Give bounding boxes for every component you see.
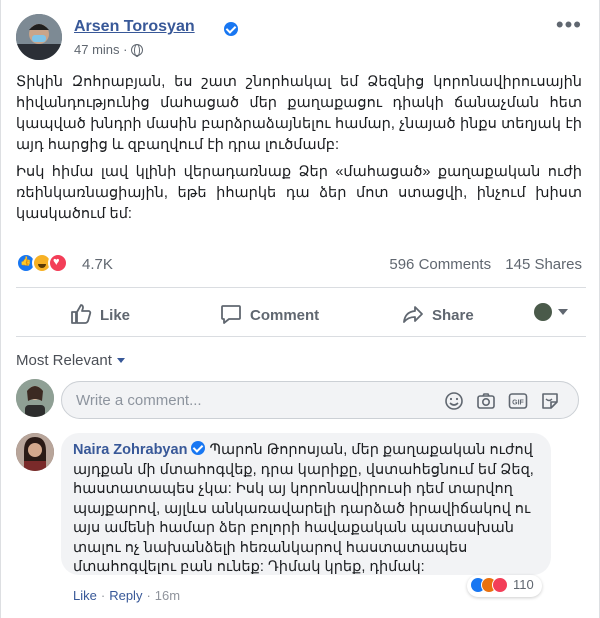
caret-down-icon [558, 309, 568, 315]
author-avatar[interactable] [16, 14, 62, 60]
love-reaction-icon [492, 576, 508, 593]
commenter-name[interactable]: Naira Zohrabyan [73, 442, 187, 458]
separator: · [100, 588, 106, 603]
verified-badge-icon [224, 22, 238, 36]
comment-bubble: Naira Zohrabyan Պարոն Թորոսյան, մեր քաղա… [61, 433, 551, 575]
post-time[interactable]: 47 mins [74, 42, 120, 57]
comment-text-block: Naira Zohrabyan Պարոն Թորոսյան, մեր քաղա… [73, 441, 539, 578]
post-header: Arsen Torosyan 47 mins · ••• [16, 14, 586, 64]
gif-icon[interactable]: GIF [508, 391, 528, 411]
post-paragraph: Իսկ հիմա լավ կլինի վերադառնաք Ձեր «մահաց… [16, 164, 582, 222]
post-paragraph: Տիկին Զոհրաբյան, ես շատ շնորհակալ եմ Ձեզ… [16, 74, 582, 153]
commenter-avatar[interactable] [16, 433, 54, 471]
globe-icon [131, 44, 144, 57]
shares-count[interactable]: 145 Shares [505, 256, 582, 273]
comment-composer: GIF [61, 381, 579, 419]
comment-like-link[interactable]: Like [73, 588, 97, 603]
comment-text: Պարոն Թորոսյան, մեր քաղաքական ուժով այդք… [73, 442, 534, 575]
comment-time[interactable]: 16m [155, 588, 180, 603]
divider [16, 336, 586, 337]
comment-label: Comment [250, 307, 320, 324]
emoji-icon[interactable] [444, 391, 464, 411]
sort-label: Most Relevant [16, 352, 112, 369]
post-stats: 596 Comments 145 Shares [389, 256, 582, 273]
more-options-icon[interactable]: ••• [556, 14, 582, 36]
comment-input[interactable] [76, 390, 416, 410]
caret-down-icon [116, 358, 125, 363]
camera-icon[interactable] [476, 391, 496, 411]
comment-actions: Like · Reply · 16m [73, 588, 180, 603]
sticker-icon[interactable] [540, 391, 560, 411]
separator: · [146, 588, 151, 603]
facebook-post: Arsen Torosyan 47 mins · ••• Տիկին Զոհրա… [0, 0, 600, 618]
divider [16, 287, 586, 288]
action-bar: Like Comment Share [16, 293, 586, 335]
share-icon [403, 306, 423, 323]
comment-button[interactable]: Comment [220, 303, 319, 325]
like-label: Like [100, 307, 131, 324]
audience-selector[interactable] [534, 303, 568, 325]
thumbs-up-icon [71, 304, 92, 324]
reaction-count[interactable]: 4.7K [82, 256, 113, 273]
comment-reactions[interactable]: 110 [467, 575, 542, 597]
author-name[interactable]: Arsen Torosyan [74, 18, 195, 36]
post-body: Տիկին Զոհրաբյան, ես շատ շնորհակալ եմ Ձեզ… [16, 72, 582, 231]
love-reaction-icon[interactable] [48, 253, 68, 273]
verified-badge-icon [191, 441, 206, 455]
reactions-summary: 4.7K 596 Comments 145 Shares [16, 252, 582, 278]
comment-icon [221, 305, 241, 324]
profile-avatar [534, 303, 552, 321]
comments-count[interactable]: 596 Comments [389, 256, 491, 273]
comment-reaction-count: 110 [513, 577, 534, 593]
current-user-avatar[interactable] [16, 379, 54, 417]
comment-sort-dropdown[interactable]: Most Relevant [16, 352, 125, 369]
like-button[interactable]: Like [70, 303, 130, 325]
comment-reply-link[interactable]: Reply [109, 588, 142, 603]
share-button[interactable]: Share [402, 303, 474, 325]
svg-text:GIF: GIF [512, 400, 524, 407]
post-meta: 47 mins · [74, 42, 144, 57]
share-label: Share [432, 307, 474, 324]
